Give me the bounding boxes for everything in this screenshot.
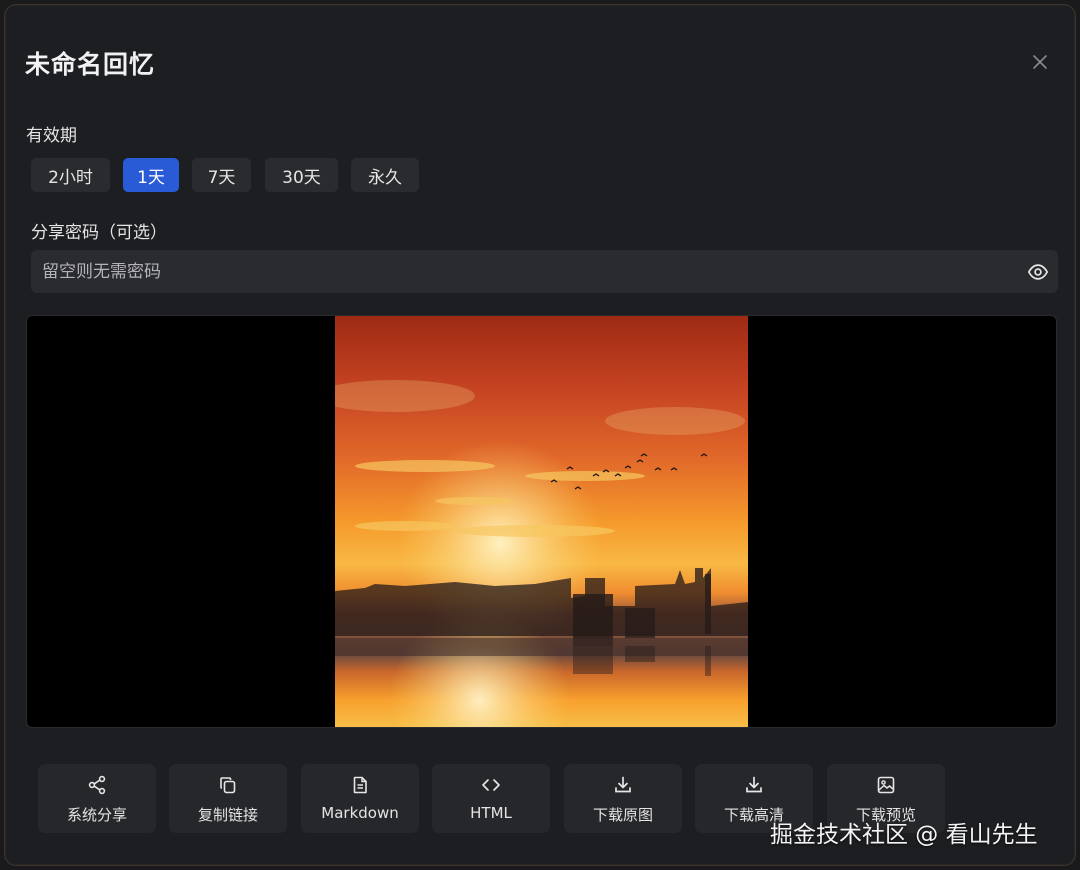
password-label: 分享密码（可选）	[31, 223, 167, 243]
validity-option-30d[interactable]: 30天	[265, 158, 338, 192]
close-button[interactable]	[1027, 49, 1053, 75]
sunset-photo	[335, 316, 748, 727]
dialog-title: 未命名回忆	[25, 50, 156, 79]
system-share-button[interactable]: 系统分享	[38, 764, 156, 833]
watermark: 掘金技术社区 @ 看山先生	[770, 822, 1038, 848]
password-field	[31, 250, 1058, 293]
eye-icon	[1027, 263, 1049, 280]
validity-option-2h[interactable]: 2小时	[31, 158, 110, 192]
download-icon	[746, 776, 762, 793]
password-input[interactable]	[31, 250, 1018, 293]
image-preview	[26, 315, 1057, 728]
document-icon	[353, 776, 367, 794]
close-icon	[1033, 55, 1047, 69]
action-label: 下载原图	[592, 806, 653, 824]
html-button[interactable]: HTML	[432, 764, 550, 833]
copy-link-button[interactable]: 复制链接	[169, 764, 287, 833]
action-label: 复制链接	[197, 806, 258, 824]
download-icon	[615, 776, 631, 793]
action-label: 系统分享	[66, 806, 127, 824]
download-original-button[interactable]: 下载原图	[564, 764, 682, 833]
action-label: Markdown	[321, 804, 399, 822]
copy-icon	[220, 777, 236, 794]
validity-option-1d[interactable]: 1天	[123, 158, 179, 192]
image-icon	[877, 776, 895, 794]
share-dialog: 未命名回忆 有效期 2小时 1天 7天 30天 永久 分享密码（可选） 系统分享…	[4, 4, 1076, 866]
toggle-visibility-button[interactable]	[1018, 250, 1058, 293]
share-icon	[88, 775, 106, 795]
action-label: HTML	[470, 804, 512, 822]
validity-option-7d[interactable]: 7天	[192, 158, 251, 192]
code-icon	[482, 779, 500, 791]
validity-label: 有效期	[26, 126, 77, 146]
markdown-button[interactable]: Markdown	[301, 764, 419, 833]
validity-option-forever[interactable]: 永久	[351, 158, 419, 192]
